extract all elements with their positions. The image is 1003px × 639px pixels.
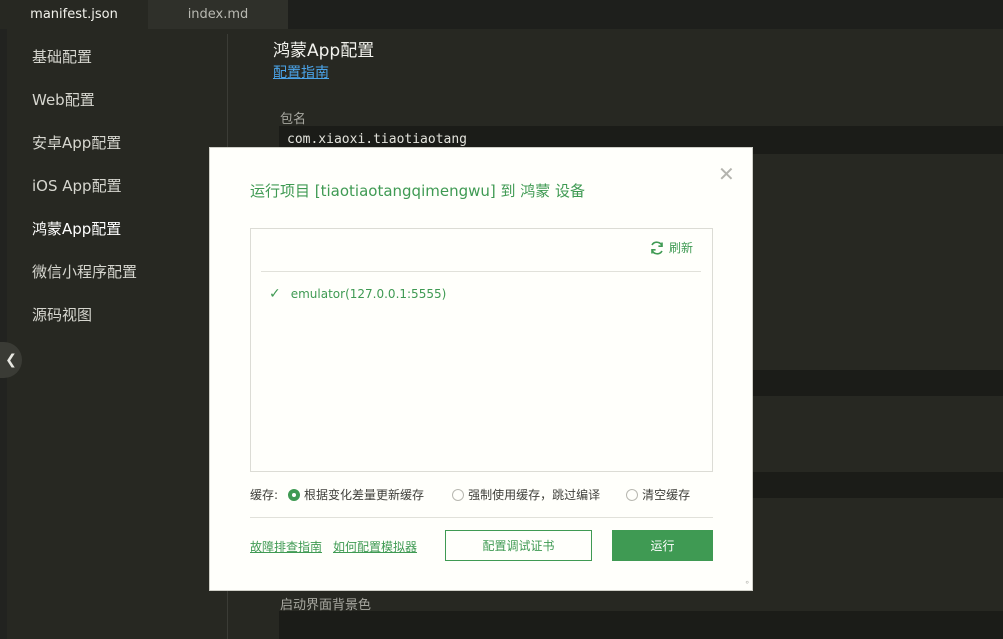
- sidebar-item-basic[interactable]: 基础配置: [32, 46, 92, 67]
- cache-option-incremental[interactable]: 根据变化差量更新缓存: [288, 486, 424, 503]
- refresh-button[interactable]: 刷新: [649, 239, 693, 256]
- sidebar-item-ios[interactable]: iOS App配置: [32, 175, 122, 196]
- radio-unselected: [626, 488, 639, 501]
- cache-option-force[interactable]: 强制使用缓存，跳过编译: [452, 486, 600, 503]
- device-list-divider: [261, 271, 701, 272]
- refresh-icon: [651, 240, 663, 255]
- run-button[interactable]: 运行: [612, 530, 713, 561]
- debug-cert-button[interactable]: 配置调试证书: [445, 530, 592, 561]
- radio-unselected: [452, 488, 465, 501]
- field-background: [740, 370, 1003, 396]
- cache-options: 缓存: 根据变化差量更新缓存 强制使用缓存，跳过编译 清空缓存: [250, 486, 690, 503]
- field-background: [740, 472, 1003, 498]
- tab-bar: manifest.json index.md: [0, 0, 1003, 29]
- cache-option-label: 强制使用缓存，跳过编译: [468, 488, 601, 502]
- sidebar-edge: [0, 29, 7, 639]
- device-list: 刷新 ✓ emulator(127.0.0.1:5555): [250, 228, 713, 472]
- troubleshoot-link[interactable]: 故障排查指南: [250, 538, 322, 555]
- device-label: emulator(127.0.0.1:5555): [290, 287, 447, 301]
- sidebar-item-web[interactable]: Web配置: [32, 89, 95, 110]
- tab-manifest-json[interactable]: manifest.json: [0, 0, 148, 29]
- footer-divider: [250, 517, 713, 518]
- refresh-label: 刷新: [668, 241, 693, 255]
- sidebar: [0, 29, 228, 639]
- sidebar-item-harmony[interactable]: 鸿蒙App配置: [32, 218, 121, 239]
- splash-bg-field[interactable]: [279, 611, 1003, 639]
- device-item[interactable]: ✓ emulator(127.0.0.1:5555): [269, 286, 446, 302]
- radio-selected: [288, 488, 301, 501]
- check-icon: ✓: [269, 286, 281, 302]
- sidebar-item-wechat-mini[interactable]: 微信小程序配置: [32, 261, 137, 282]
- page-title: 鸿蒙App配置: [273, 41, 375, 61]
- sidebar-item-android[interactable]: 安卓App配置: [32, 132, 121, 153]
- run-device-dialog: ✕ 运行项目 [tiaotiaotangqimengwu] 到 鸿蒙 设备 刷新…: [209, 147, 753, 591]
- package-name-label: 包名: [280, 112, 307, 127]
- chevron-left-icon: ❮: [5, 352, 17, 368]
- cache-option-label: 根据变化差量更新缓存: [304, 488, 425, 502]
- tab-index-md[interactable]: index.md: [148, 0, 288, 29]
- dialog-title: 运行项目 [tiaotiaotangqimengwu] 到 鸿蒙 设备: [250, 182, 586, 200]
- cache-option-clear[interactable]: 清空缓存: [626, 486, 690, 503]
- config-guide-link[interactable]: 配置指南: [273, 62, 329, 82]
- cache-option-label: 清空缓存: [642, 488, 691, 502]
- close-icon[interactable]: ✕: [718, 164, 735, 184]
- sidebar-item-source-view[interactable]: 源码视图: [32, 304, 92, 325]
- emulator-config-link[interactable]: 如何配置模拟器: [333, 538, 417, 555]
- cache-label: 缓存:: [250, 488, 279, 502]
- resize-grip-icon[interactable]: ∘: [744, 579, 750, 588]
